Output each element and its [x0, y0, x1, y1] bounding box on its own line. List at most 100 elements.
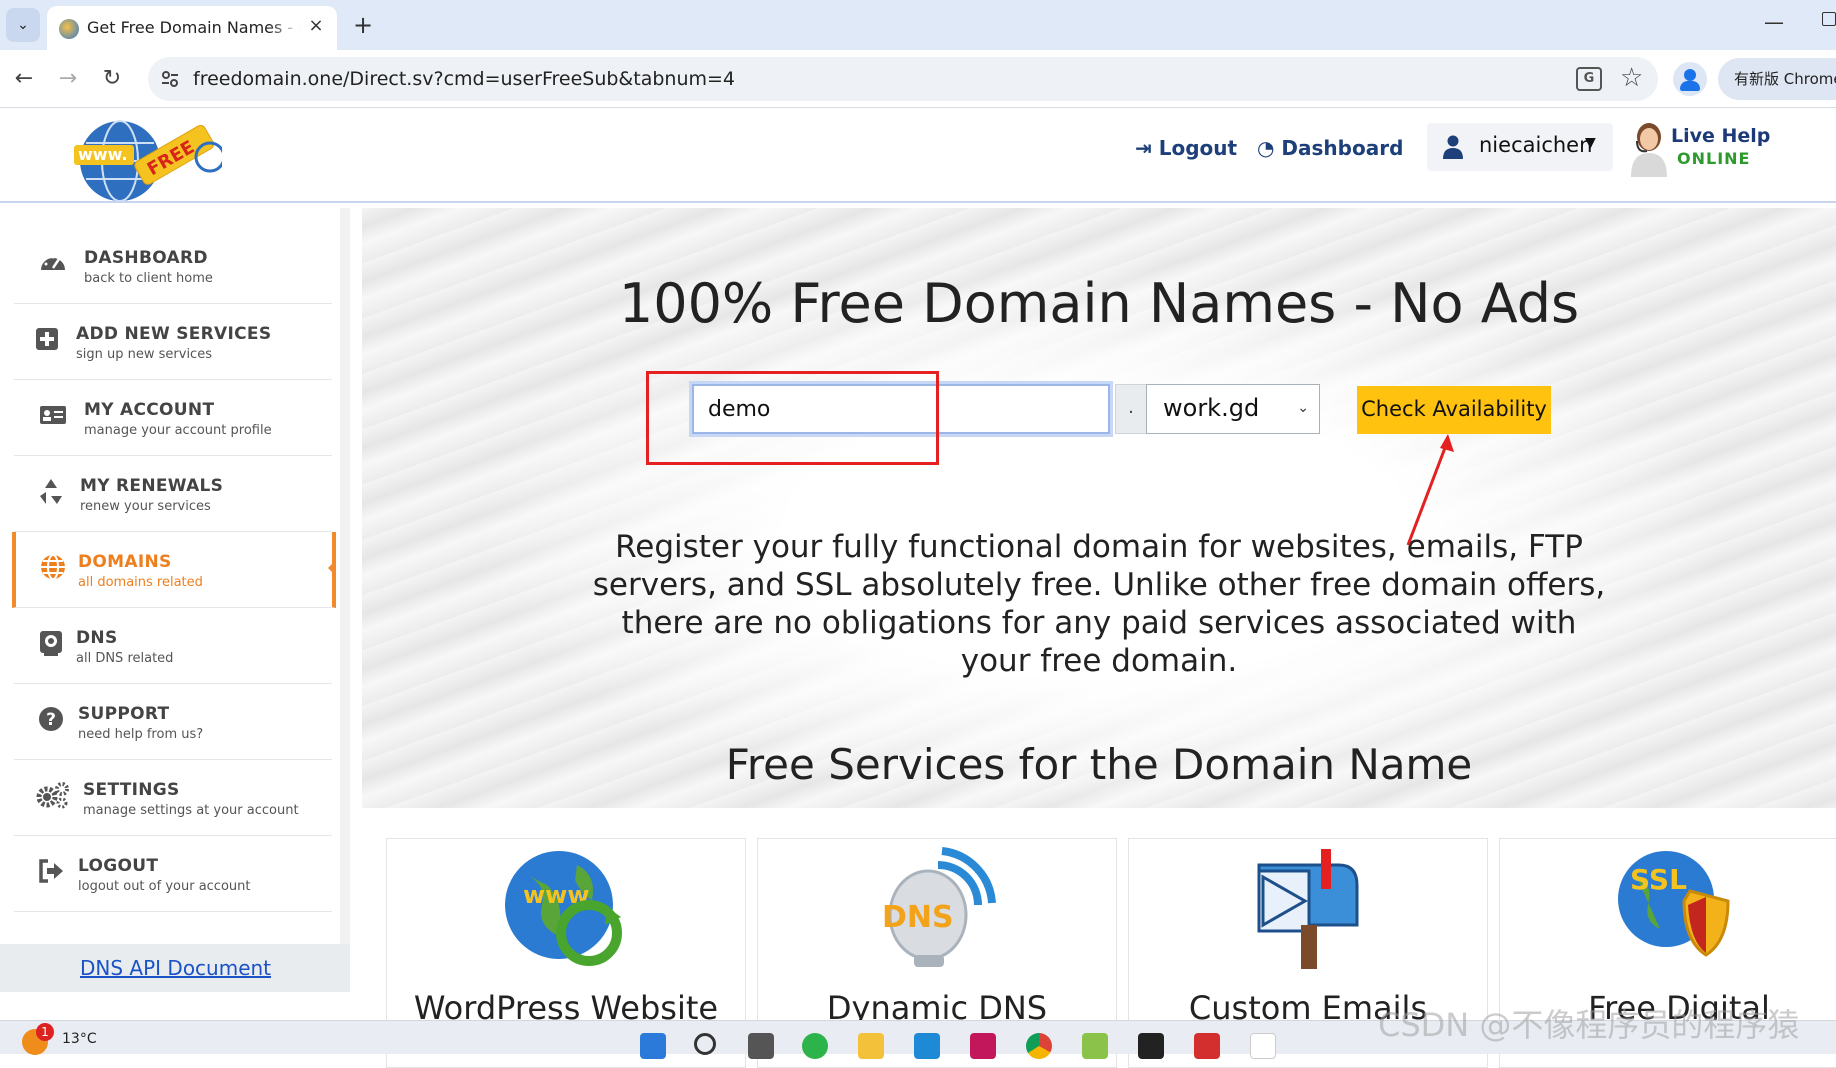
- tld-selected-value: work.gd: [1163, 394, 1260, 422]
- back-button[interactable]: ←: [8, 63, 40, 95]
- svg-text:www.: www.: [78, 145, 127, 164]
- freedomain-logo[interactable]: www. FREE: [72, 115, 222, 201]
- sidebar-item-label: SUPPORT: [78, 704, 170, 724]
- maximize-icon[interactable]: [1822, 12, 1836, 26]
- sidebar-item-domains[interactable]: DOMAINS all domains related: [12, 532, 336, 608]
- task-view-icon[interactable]: [748, 1033, 774, 1059]
- translate-icon[interactable]: G: [1576, 67, 1602, 91]
- notification-badge: 1: [36, 1023, 54, 1041]
- sidebar-item-logout[interactable]: LOGOUT logout out of your account: [14, 836, 332, 912]
- tld-select[interactable]: work.gd ⌄: [1146, 384, 1320, 434]
- profile-icon[interactable]: [1673, 62, 1707, 96]
- recycle-icon: [40, 479, 62, 504]
- gears-icon: [36, 782, 69, 809]
- dns-satellite-icon: DNS: [882, 847, 996, 967]
- sidebar-item-label: SETTINGS: [83, 780, 180, 800]
- tab-close-icon[interactable]: ×: [305, 15, 327, 37]
- gauge-icon: ◔: [1257, 136, 1275, 160]
- bookmark-star-icon[interactable]: ☆: [1620, 63, 1643, 93]
- mailbox-icon: [1257, 849, 1359, 969]
- svg-text:SSL: SSL: [1630, 863, 1687, 896]
- address-bar[interactable]: freedomain.one/Direct.sv?cmd=userFreeSub…: [148, 57, 1658, 101]
- reload-button[interactable]: ↻: [96, 63, 128, 95]
- sidebar-item-dashboard[interactable]: DASHBOARD back to client home: [14, 228, 332, 304]
- sidebar-item-my-account[interactable]: MY ACCOUNT manage your account profile: [14, 380, 332, 456]
- sidebar-item-label: MY RENEWALS: [80, 476, 224, 496]
- id-card-icon: [40, 406, 66, 424]
- dns-icon: [40, 631, 62, 656]
- hero-section: 100% Free Domain Names - No Ads . work.g…: [362, 208, 1836, 808]
- user-icon: [1443, 135, 1463, 159]
- wechat-icon[interactable]: [802, 1033, 828, 1059]
- hero-description: Register your fully functional domain fo…: [592, 529, 1606, 679]
- header-dashboard-label: Dashboard: [1281, 136, 1404, 160]
- weather-temperature: 13°C: [62, 1031, 97, 1047]
- app-icon[interactable]: [914, 1033, 940, 1059]
- browser-tab-bar: ⌄ Get Free Domain Names - Re × + —: [0, 0, 1836, 50]
- user-menu-dropdown[interactable]: niecaichen ▼: [1427, 123, 1613, 171]
- username: niecaichen: [1479, 133, 1593, 157]
- logout-icon: ⇥: [1135, 136, 1152, 160]
- header-dashboard-link[interactable]: ◔ Dashboard: [1257, 136, 1403, 160]
- header-logout-link[interactable]: ⇥ Logout: [1135, 136, 1237, 160]
- chrome-icon[interactable]: [1026, 1033, 1052, 1059]
- start-icon[interactable]: [640, 1033, 666, 1059]
- sidebar-item-support[interactable]: ? SUPPORT need help from us?: [14, 684, 332, 760]
- new-tab-button[interactable]: +: [350, 12, 376, 38]
- live-help-widget[interactable]: Live Help ONLINE: [1625, 119, 1785, 179]
- annotation-arrow-icon: [1406, 434, 1454, 546]
- sidebar-item-label: ADD NEW SERVICES: [76, 324, 272, 344]
- sidebar-item-sub: sign up new services: [76, 347, 212, 362]
- notepad-icon[interactable]: [1082, 1033, 1108, 1059]
- url-text[interactable]: freedomain.one/Direct.sv?cmd=userFreeSub…: [193, 68, 735, 90]
- ssl-shield-icon: SSL: [1618, 851, 1730, 957]
- question-icon: ?: [39, 707, 63, 731]
- browser-tab[interactable]: Get Free Domain Names - Re ×: [47, 6, 337, 50]
- sidebar-item-add-new-services[interactable]: ADD NEW SERVICES sign up new services: [14, 304, 332, 380]
- svg-text:?: ?: [46, 710, 56, 730]
- chevron-down-icon: ⌄: [1297, 400, 1309, 416]
- minimize-icon[interactable]: —: [1764, 10, 1784, 34]
- highlight-annotation-box: [646, 371, 939, 465]
- sidebar-item-sub: manage your account profile: [84, 423, 272, 438]
- slack-icon[interactable]: [1250, 1033, 1276, 1059]
- check-availability-button[interactable]: Check Availability: [1357, 386, 1551, 434]
- dns-api-section: DNS API Document: [0, 944, 350, 992]
- services-title: Free Services for the Domain Name: [725, 740, 1473, 789]
- caret-down-icon: ▼: [1585, 135, 1596, 151]
- sidebar-item-sub: renew your services: [80, 499, 211, 514]
- terminal-icon[interactable]: [1138, 1033, 1164, 1059]
- sidebar-item-sub: manage settings at your account: [83, 803, 299, 818]
- sidebar-item-label: MY ACCOUNT: [84, 400, 215, 420]
- live-help-status: ONLINE: [1677, 149, 1751, 168]
- intellij-icon[interactable]: [970, 1033, 996, 1059]
- forward-button[interactable]: →: [52, 63, 84, 95]
- sidebar-item-my-renewals[interactable]: MY RENEWALS renew your services: [14, 456, 332, 532]
- search-icon[interactable]: [694, 1033, 716, 1055]
- sidebar-item-sub: need help from us?: [78, 727, 204, 742]
- csdn-watermark: CSDN @不像程序员的程序猿: [1378, 1006, 1800, 1044]
- gauge-icon: [41, 255, 65, 270]
- sidebar-item-label: DOMAINS: [78, 552, 172, 572]
- sidebar-item-label: DASHBOARD: [84, 248, 208, 268]
- svg-text:DNS: DNS: [882, 900, 954, 935]
- header-logout-label: Logout: [1158, 136, 1238, 160]
- site-info-icon[interactable]: [160, 69, 180, 89]
- tab-title: Get Free Domain Names - Re: [87, 18, 301, 37]
- www-globe-icon: www: [505, 851, 622, 966]
- folder-icon[interactable]: [858, 1033, 884, 1059]
- sidebar-item-settings[interactable]: SETTINGS manage settings at your account: [14, 760, 332, 836]
- sidebar-item-label: LOGOUT: [78, 856, 159, 876]
- sidebar-item-sub: all domains related: [78, 575, 203, 590]
- sidebar-item-sub: logout out of your account: [78, 879, 251, 894]
- sidebar: DASHBOARD back to client home ADD NEW SE…: [0, 208, 350, 944]
- dns-api-document-link[interactable]: DNS API Document: [80, 956, 271, 980]
- tab-list-button[interactable]: ⌄: [6, 8, 40, 42]
- favicon-icon: [59, 19, 79, 39]
- sidebar-item-dns[interactable]: DNS all DNS related: [14, 608, 332, 684]
- hero-title: 100% Free Domain Names - No Ads: [618, 272, 1580, 335]
- filezilla-icon[interactable]: [1194, 1033, 1220, 1059]
- sidebar-item-sub: all DNS related: [76, 651, 174, 666]
- update-chrome-button[interactable]: 有新版 Chrome: [1718, 58, 1836, 100]
- logout-icon: [39, 859, 63, 883]
